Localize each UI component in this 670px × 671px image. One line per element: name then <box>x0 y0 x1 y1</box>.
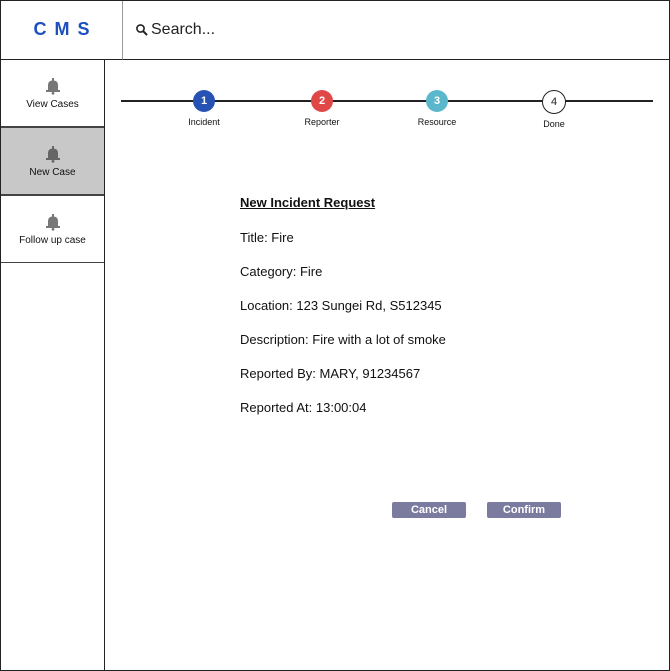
step-label: Reporter <box>304 117 340 127</box>
bell-icon <box>45 145 60 163</box>
sidebar-item-label: View Cases <box>26 98 79 110</box>
search-bar[interactable]: Search... <box>123 1 669 60</box>
sidebar-item-label: Follow up case <box>19 234 86 246</box>
app-logo[interactable]: CMS <box>34 19 98 40</box>
cancel-button[interactable]: Cancel <box>392 502 466 518</box>
bell-icon <box>45 77 60 95</box>
step-incident[interactable]: 1 Incident <box>164 90 244 127</box>
sidebar-item-label: New Case <box>29 166 76 178</box>
field-reported-at: Reported At: 13:00:04 <box>240 400 367 415</box>
step-reporter[interactable]: 2 Reporter <box>282 90 362 127</box>
step-label: Incident <box>188 117 220 127</box>
bell-icon <box>45 213 60 231</box>
step-label: Done <box>543 119 565 129</box>
field-reported-by: Reported By: MARY, 91234567 <box>240 366 421 381</box>
sidebar-item-new-case[interactable]: New Case <box>1 127 104 196</box>
form-title: New Incident Request <box>240 195 376 210</box>
step-circle: 2 <box>311 90 333 112</box>
field-location: Location: 123 Sungei Rd, S512345 <box>240 298 442 313</box>
step-circle: 1 <box>193 90 215 112</box>
sidebar: View Cases New Case Follow up case <box>1 60 105 670</box>
field-category: Category: Fire <box>240 264 323 279</box>
sidebar-item-follow-up-case[interactable]: Follow up case <box>1 196 104 263</box>
incident-summary: New Incident Request Title: Fire Categor… <box>240 195 446 434</box>
step-label: Resource <box>417 117 457 127</box>
step-resource[interactable]: 3 Resource <box>397 90 477 127</box>
search-icon <box>136 24 148 36</box>
search-input[interactable]: Search... <box>151 21 215 39</box>
step-done[interactable]: 4 Done <box>514 90 594 129</box>
step-circle: 3 <box>426 90 448 112</box>
sidebar-item-view-cases[interactable]: View Cases <box>1 60 104 127</box>
field-description: Description: Fire with a lot of smoke <box>240 332 446 347</box>
confirm-button[interactable]: Confirm <box>487 502 561 518</box>
logo-area: CMS <box>1 1 123 60</box>
field-title: Title: Fire <box>240 230 294 245</box>
step-circle: 4 <box>542 90 566 114</box>
app-frame: CMS Search... View Cases New Case Follow… <box>0 0 670 671</box>
main-content: 1 Incident 2 Reporter 3 Resource 4 Done … <box>105 60 669 670</box>
